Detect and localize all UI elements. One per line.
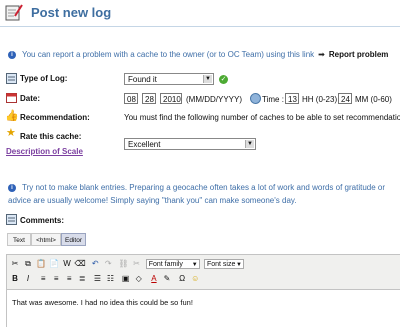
special-char-icon[interactable]: Ω	[176, 273, 188, 285]
report-text: You can report a problem with a cache to…	[22, 50, 315, 59]
info-icon: i	[8, 183, 16, 192]
recommendation-text: You must find the following number of ca…	[124, 113, 400, 122]
clear-format-icon[interactable]: ⌫	[74, 258, 86, 270]
log-type-label: Type of Log:	[20, 74, 68, 83]
description-of-scale-link[interactable]: Description of Scale	[6, 147, 83, 156]
log-type-select[interactable]: Found it ▼	[124, 73, 214, 85]
font-size-select[interactable]: Font size ▼	[203, 258, 244, 269]
emoticon-icon[interactable]: ☺	[189, 273, 201, 285]
arrow-right-icon: ➡	[318, 50, 325, 59]
log-book-icon	[5, 4, 23, 21]
tab-html[interactable]: <html>	[31, 233, 61, 246]
log-type-icon	[6, 73, 17, 84]
chevron-down-icon: ▼	[245, 140, 254, 148]
advice-line1: Try not to make blank entries. Preparing…	[22, 183, 386, 192]
year-input[interactable]: 2010	[160, 93, 182, 104]
toolbar-row-2: BI ≡ ≡ ≡ ≣ ☰ ☷ ▣ ◇ A ✎ Ω ☺	[9, 273, 202, 285]
italic-icon[interactable]: I	[22, 273, 34, 285]
check-icon: ✓	[219, 75, 228, 84]
date-format-hint: (MM/DD/YYYY)	[186, 95, 242, 104]
align-center-icon[interactable]: ≡	[50, 273, 62, 285]
toolbar-row-1: ✂ ⧉ 📋 📄 W ⌫ ↶ ↷ ⛓ ✂ Font family ▼ Font size ▼	[9, 258, 244, 270]
link-icon[interactable]: ⛓	[117, 258, 129, 270]
bold-icon[interactable]: B	[9, 273, 21, 285]
day-input[interactable]: 08	[124, 93, 138, 104]
month-input[interactable]: 28	[142, 93, 156, 104]
align-left-icon[interactable]: ≡	[37, 273, 49, 285]
recommendation-label: Recommendation:	[20, 113, 90, 122]
editor: ✂ ⧉ 📋 📄 W ⌫ ↶ ↷ ⛓ ✂ Font family ▼ Font size ▼ BI …	[6, 254, 400, 330]
comments-label: Comments:	[20, 216, 65, 225]
hour-input[interactable]: 13	[285, 93, 299, 104]
title-bar: Post new log	[0, 0, 400, 27]
rating-label: Rate this cache:	[20, 132, 82, 141]
report-row: i You can report a problem with a cache …	[8, 50, 398, 59]
copy-icon[interactable]: ⧉	[22, 258, 34, 270]
page-title: Post new log	[31, 5, 112, 20]
calendar-icon	[6, 93, 17, 103]
text-color-icon[interactable]: A	[148, 273, 160, 285]
report-problem-link[interactable]: Report problem	[329, 50, 389, 59]
date-label: Date:	[20, 94, 41, 103]
highlight-icon[interactable]: ✎	[161, 273, 173, 285]
chevron-down-icon: ▼	[191, 261, 198, 268]
thumbs-up-icon: 👍	[5, 110, 19, 122]
cut-icon[interactable]: ✂	[9, 258, 21, 270]
paste-word-icon[interactable]: W	[61, 258, 73, 270]
unlink-icon[interactable]: ✂	[130, 258, 142, 270]
info-icon: i	[8, 50, 16, 59]
hour-hint: HH (0-23)	[302, 95, 338, 104]
chevron-down-icon: ▼	[235, 261, 242, 268]
rating-select[interactable]: Excellent ▼	[124, 138, 256, 150]
advice-block: i Try not to make blank entries. Prepari…	[8, 181, 398, 207]
tab-text[interactable]: Text	[7, 233, 31, 246]
paste-icon[interactable]: 📋	[35, 258, 47, 270]
chevron-down-icon: ▼	[203, 75, 212, 83]
bullet-list-icon[interactable]: ☰	[91, 273, 103, 285]
code-icon[interactable]: ◇	[133, 273, 145, 285]
number-list-icon[interactable]: ☷	[104, 273, 116, 285]
editor-body[interactable]: That was awesome. I had no idea this cou…	[7, 289, 400, 330]
time-label: Time :	[262, 95, 284, 104]
undo-icon[interactable]: ↶	[89, 258, 101, 270]
star-icon: ★	[6, 127, 16, 139]
font-family-select[interactable]: Font family ▼	[145, 258, 200, 269]
align-right-icon[interactable]: ≡	[63, 273, 75, 285]
advice-line2: advice are usually welcome! Simply sayin…	[8, 196, 297, 205]
tab-editor[interactable]: Editor	[61, 233, 86, 246]
paste-text-icon[interactable]: 📄	[48, 258, 60, 270]
comments-icon	[6, 214, 17, 225]
minute-input[interactable]: 24	[338, 93, 352, 104]
log-type-value: Found it	[128, 75, 157, 84]
minute-hint: MM (0-60)	[355, 95, 392, 104]
image-icon[interactable]: ▣	[120, 273, 132, 285]
justify-icon[interactable]: ≣	[76, 273, 88, 285]
rating-value: Excellent	[128, 140, 161, 149]
redo-icon[interactable]: ↷	[102, 258, 114, 270]
clock-icon	[250, 93, 261, 104]
comment-text: That was awesome. I had no idea this cou…	[12, 298, 193, 307]
